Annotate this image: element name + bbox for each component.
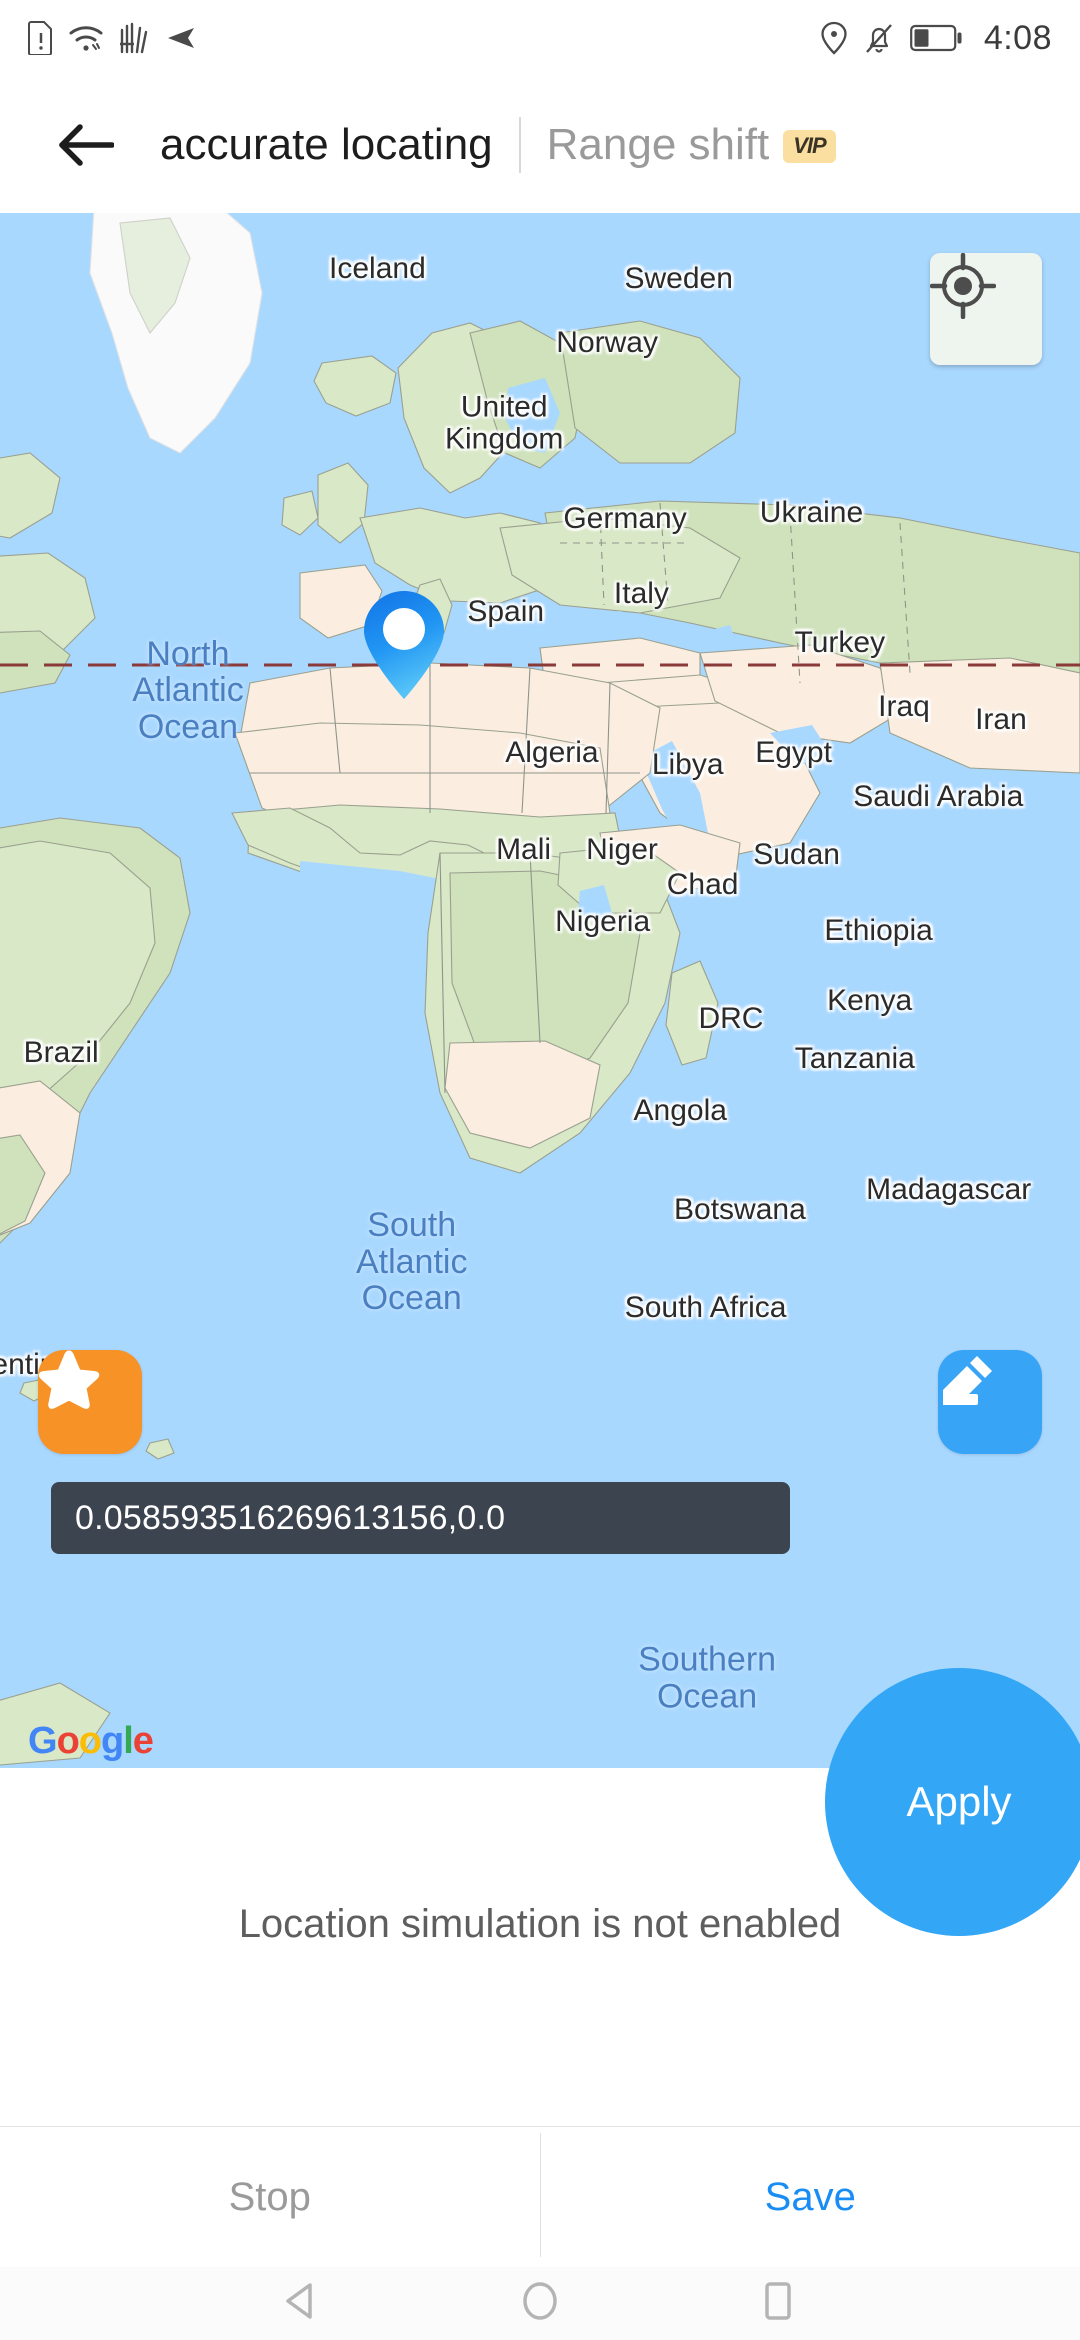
nav-back-triangle-icon: [286, 2283, 312, 2319]
wifi-icon: [69, 26, 103, 51]
location-pin-icon: [821, 21, 847, 55]
status-bar-left-icons: [28, 21, 196, 55]
star-icon: [38, 1350, 100, 1409]
signal-bars-icon: [120, 22, 148, 54]
google-letter-g2: g: [101, 1720, 124, 1762]
android-nav-bar: [0, 2267, 1080, 2340]
nav-back-button[interactable]: [278, 2277, 326, 2330]
tab-range-shift[interactable]: Range shift VIP: [547, 120, 836, 170]
apply-button-label: Apply: [906, 1778, 1012, 1825]
google-letter-o2: o: [78, 1720, 102, 1762]
google-letter-e: e: [132, 1720, 154, 1762]
map-pin-marker[interactable]: [361, 589, 447, 701]
status-bar-clock: 4:08: [983, 18, 1052, 57]
google-letter-o1: o: [56, 1720, 80, 1762]
tab-range-shift-label: Range shift: [546, 119, 770, 169]
stop-button[interactable]: Stop: [0, 2127, 540, 2267]
google-letter-g1: G: [28, 1720, 58, 1762]
sim-alert-icon: [28, 21, 52, 55]
locate-me-button[interactable]: [930, 253, 1042, 365]
app-bar-divider: [518, 116, 521, 173]
bell-muted-icon: [865, 24, 892, 53]
nav-recents-button[interactable]: [754, 2277, 802, 2330]
google-attribution: Google: [28, 1720, 154, 1763]
favorites-button[interactable]: [38, 1350, 142, 1454]
bottom-action-bar: Stop Save: [0, 2126, 1080, 2267]
map-pin-marker-icon: [364, 591, 444, 699]
simulation-status-text: Location simulation is not enabled: [238, 1902, 842, 1946]
status-bar: 4:08: [0, 0, 1080, 76]
edit-location-button[interactable]: [938, 1350, 1042, 1454]
coordinate-value: 0.058593516269613156,0.0: [75, 1498, 506, 1537]
coordinate-readout: 0.058593516269613156,0.0: [51, 1482, 790, 1554]
battery-icon: [909, 24, 962, 52]
app-bar: accurate locating Range shift VIP: [0, 76, 1080, 213]
apply-button[interactable]: Apply: [825, 1668, 1080, 1936]
play-triangle-icon: [168, 28, 194, 48]
nav-home-button[interactable]: [516, 2277, 564, 2330]
back-button[interactable]: [50, 109, 122, 181]
back-arrow-icon: [59, 123, 114, 166]
google-letter-l: l: [123, 1720, 134, 1762]
save-button[interactable]: Save: [541, 2127, 1080, 2267]
crosshair-locate-icon: [930, 253, 996, 319]
tab-accurate-locating[interactable]: accurate locating: [160, 120, 493, 170]
pencil-edit-icon: [943, 1356, 992, 1405]
vip-badge: VIP: [783, 129, 836, 163]
nav-home-circle-icon: [523, 2282, 557, 2320]
nav-recents-square-icon: [765, 2282, 791, 2320]
status-bar-right-icons: 4:08: [820, 19, 1052, 58]
